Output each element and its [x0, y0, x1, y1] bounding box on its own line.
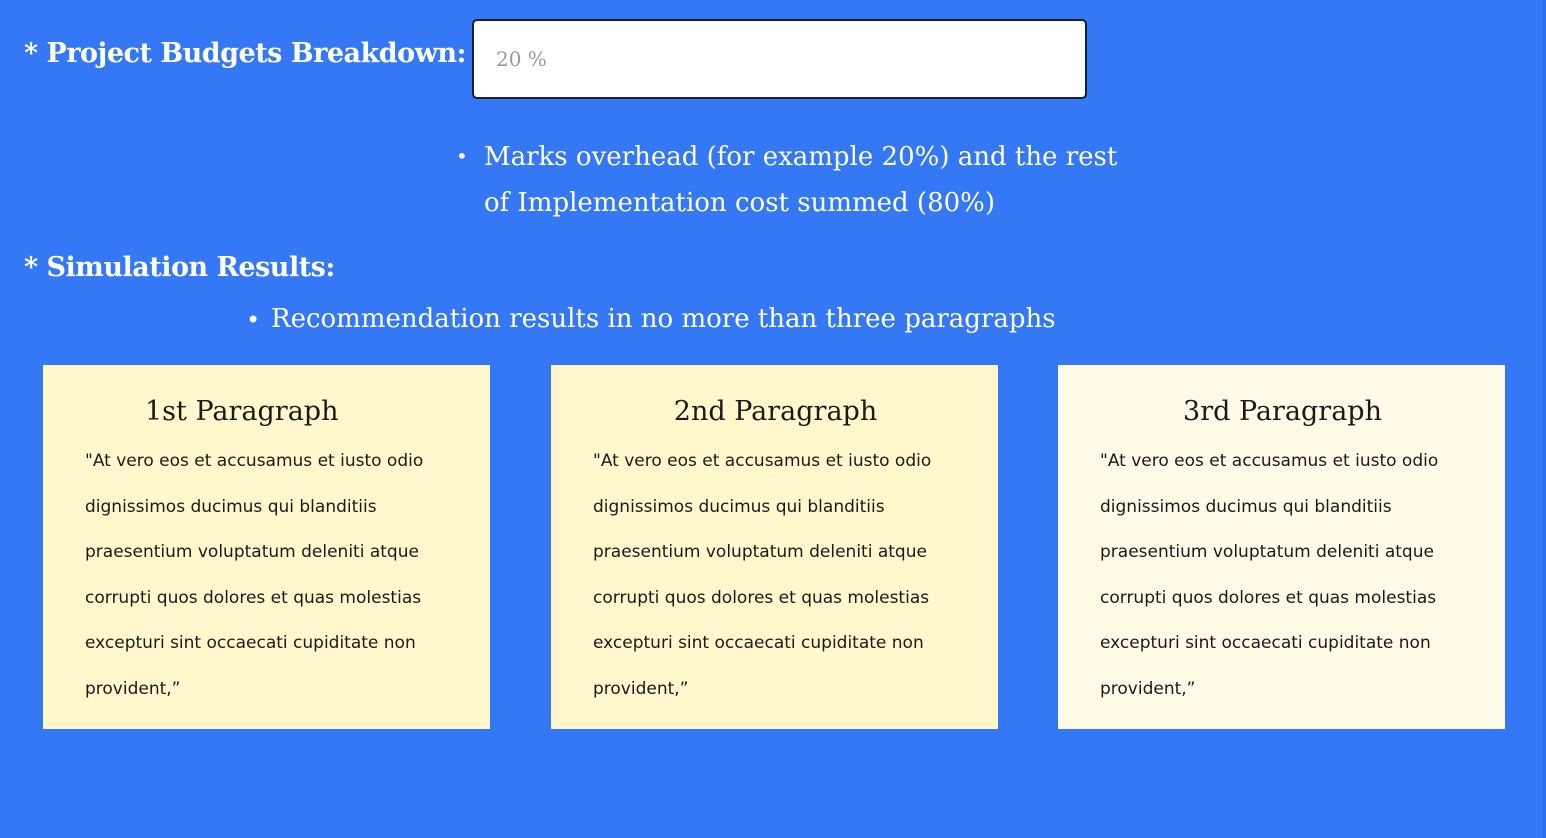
- paragraph-card-body: "At vero eos et accusamus et iusto odio …: [85, 451, 424, 699]
- paragraph-card-3: 3rd Paragraph "At vero eos et accusamus …: [1058, 365, 1505, 729]
- paragraph-card-body: "At vero eos et accusamus et iusto odio …: [1100, 451, 1439, 699]
- paragraph-card-2: 2nd Paragraph "At vero eos et accusamus …: [551, 365, 998, 729]
- project-budgets-hint: Marks overhead (for example 20%) and the…: [484, 142, 1118, 218]
- simulation-results-hint: Recommendation results in no more than t…: [271, 304, 1056, 334]
- paragraph-card-title: 1st Paragraph: [145, 396, 339, 427]
- paragraph-card-body: "At vero eos et accusamus et iusto odio …: [593, 451, 932, 699]
- paragraph-card-title: 2nd Paragraph: [673, 396, 878, 427]
- bullet-icon: •: [246, 306, 261, 334]
- project-budgets-input[interactable]: [472, 19, 1087, 99]
- paragraph-card-title: 3rd Paragraph: [1183, 396, 1382, 427]
- simulation-results-label: * Simulation Results:: [24, 252, 335, 283]
- bullet-icon: •: [456, 144, 468, 168]
- paragraph-card-1: 1st Paragraph "At vero eos et accusamus …: [43, 365, 490, 729]
- project-budgets-label: * Project Budgets Breakdown:: [24, 38, 466, 69]
